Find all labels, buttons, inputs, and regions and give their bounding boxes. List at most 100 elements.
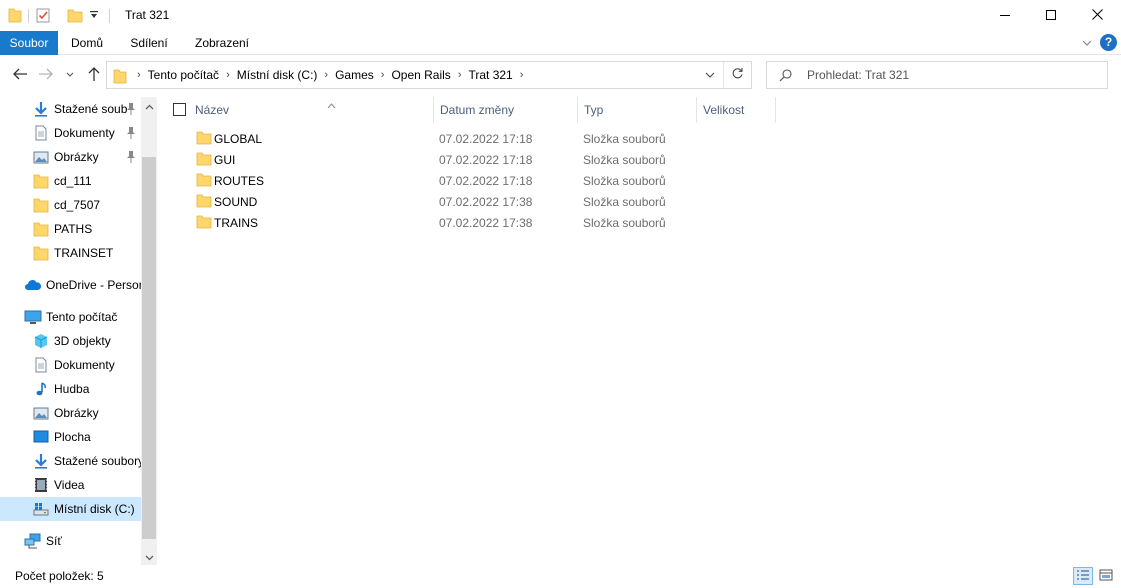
- minimize-icon: [1000, 9, 1010, 23]
- folder-icon: [33, 245, 49, 261]
- sidebar-item-label: Obrázky: [54, 406, 99, 420]
- back-button[interactable]: [9, 65, 31, 85]
- sidebar-item-paths[interactable]: PATHS: [0, 217, 141, 241]
- breadcrumb-item[interactable]: Místní disk (C:): [234, 68, 321, 82]
- chevron-right-icon[interactable]: ›: [516, 69, 528, 81]
- chevron-right-icon[interactable]: ›: [222, 69, 234, 81]
- new-folder-icon[interactable]: [67, 7, 83, 26]
- table-row[interactable]: GLOBAL 07.02.2022 17:18 Složka souborů: [160, 128, 780, 149]
- large-icons-view-button[interactable]: [1096, 567, 1116, 585]
- sidebar-item-this-pc[interactable]: Tento počítač: [0, 305, 141, 329]
- sidebar-item-local-disk[interactable]: Místní disk (C:): [0, 497, 141, 521]
- maximize-button[interactable]: [1028, 0, 1074, 31]
- sidebar-item-cd-7507[interactable]: cd_7507: [0, 193, 141, 217]
- arrow-left-icon: [12, 67, 28, 84]
- folder-icon: [196, 173, 212, 187]
- pin-icon[interactable]: [125, 126, 137, 140]
- close-button[interactable]: [1074, 0, 1120, 31]
- search-input[interactable]: Prohledat: Trat 321: [766, 61, 1108, 89]
- chevron-right-icon[interactable]: ›: [377, 69, 389, 81]
- scroll-up-button[interactable]: [141, 97, 157, 114]
- scrollbar-thumb[interactable]: [142, 157, 156, 539]
- chevron-down-icon: [145, 550, 154, 564]
- documents-icon: [33, 125, 49, 141]
- tab-home[interactable]: Domů: [60, 31, 114, 55]
- table-row[interactable]: SOUND 07.02.2022 17:38 Složka souborů: [160, 191, 780, 212]
- help-button[interactable]: ?: [1100, 34, 1117, 51]
- file-type: Složka souborů: [583, 216, 666, 230]
- videos-icon: [33, 477, 49, 493]
- sidebar-scrollbar[interactable]: [141, 97, 157, 565]
- sidebar-item-music[interactable]: Hudba: [0, 377, 141, 401]
- address-bar[interactable]: › Tento počítač › Místní disk (C:) › Gam…: [106, 61, 752, 89]
- column-header-date[interactable]: Datum změny: [433, 97, 577, 123]
- chevron-right-icon[interactable]: ›: [454, 69, 466, 81]
- table-row[interactable]: ROUTES 07.02.2022 17:18 Složka souborů: [160, 170, 780, 191]
- column-header-type[interactable]: Typ: [577, 97, 696, 123]
- sidebar-item-label: Stažené soubory: [54, 454, 141, 468]
- sidebar-item-network[interactable]: Síť: [0, 529, 141, 553]
- sidebar-item-downloads[interactable]: Stažené soubory: [0, 449, 141, 473]
- folder-icon: [8, 7, 22, 26]
- table-row[interactable]: TRAINS 07.02.2022 17:38 Složka souborů: [160, 212, 780, 233]
- onedrive-icon: [24, 277, 42, 293]
- up-button[interactable]: [83, 65, 105, 85]
- breadcrumb-item[interactable]: Trat 321: [465, 68, 515, 82]
- minimize-button[interactable]: [982, 0, 1028, 31]
- sidebar-item-3d-objects[interactable]: 3D objekty: [0, 329, 141, 353]
- breadcrumb-item[interactable]: Games: [332, 68, 377, 82]
- file-date: 07.02.2022 17:18: [439, 174, 533, 188]
- file-date: 07.02.2022 17:18: [439, 153, 533, 167]
- address-history-dropdown[interactable]: [699, 62, 721, 88]
- file-type: Složka souborů: [583, 174, 666, 188]
- table-row[interactable]: GUI 07.02.2022 17:18 Složka souborů: [160, 149, 780, 170]
- breadcrumb-item[interactable]: Open Rails: [388, 68, 453, 82]
- toolbar-divider: [57, 9, 61, 23]
- toolbar-divider: [109, 9, 110, 23]
- folder-icon: [196, 152, 212, 166]
- sidebar-item-documents-quick[interactable]: Dokumenty: [0, 121, 141, 145]
- tab-file[interactable]: Soubor: [0, 31, 58, 55]
- drive-icon: [33, 501, 49, 517]
- scroll-down-button[interactable]: [141, 548, 157, 565]
- column-header-name[interactable]: Název: [189, 97, 433, 123]
- sidebar-item-cd-111[interactable]: cd_111: [0, 169, 141, 193]
- pin-icon[interactable]: [125, 102, 137, 116]
- sidebar-item-documents[interactable]: Dokumenty: [0, 353, 141, 377]
- recent-locations-button[interactable]: [62, 65, 78, 85]
- expand-ribbon-button[interactable]: [1080, 36, 1094, 50]
- pin-icon[interactable]: [125, 150, 137, 164]
- details-view-button[interactable]: [1073, 567, 1093, 585]
- sidebar-item-onedrive[interactable]: OneDrive - Persor: [0, 273, 141, 297]
- chevron-down-icon: [1080, 39, 1094, 53]
- sidebar-item-pictures-quick[interactable]: Obrázky: [0, 145, 141, 169]
- ribbon: Soubor Domů Sdílení Zobrazení ?: [0, 31, 1121, 55]
- sidebar-item-videos[interactable]: Videa: [0, 473, 141, 497]
- customize-toolbar-dropdown[interactable]: [89, 9, 99, 23]
- tab-view[interactable]: Zobrazení: [185, 31, 259, 55]
- sidebar-item-trainset[interactable]: TRAINSET: [0, 241, 141, 265]
- breadcrumb-item[interactable]: Tento počítač: [145, 68, 222, 82]
- sidebar-item-downloads-quick[interactable]: Stažené soub: [0, 97, 141, 121]
- refresh-button[interactable]: [723, 62, 751, 88]
- properties-icon[interactable]: [35, 7, 51, 26]
- folder-icon: [196, 194, 212, 208]
- sidebar-item-label: TRAINSET: [54, 246, 114, 260]
- tab-share[interactable]: Sdílení: [121, 31, 177, 55]
- search-icon: [779, 68, 793, 85]
- sidebar-item-label: Stažené soub: [54, 102, 128, 116]
- maximize-icon: [1046, 9, 1056, 23]
- sidebar-item-pictures[interactable]: Obrázky: [0, 401, 141, 425]
- chevron-right-icon[interactable]: ›: [133, 69, 145, 81]
- file-date: 07.02.2022 17:18: [439, 132, 533, 146]
- item-count: Počet položek: 5: [15, 569, 104, 583]
- forward-button[interactable]: [35, 65, 57, 85]
- network-icon: [24, 533, 41, 549]
- chevron-right-icon[interactable]: ›: [320, 69, 332, 81]
- chevron-down-icon: [705, 68, 715, 82]
- select-all-checkbox[interactable]: [173, 103, 186, 116]
- arrow-right-icon: [38, 67, 54, 84]
- sidebar-item-desktop[interactable]: Plocha: [0, 425, 141, 449]
- sidebar-item-label: Síť: [46, 534, 62, 548]
- column-header-size[interactable]: Velikost: [696, 97, 776, 123]
